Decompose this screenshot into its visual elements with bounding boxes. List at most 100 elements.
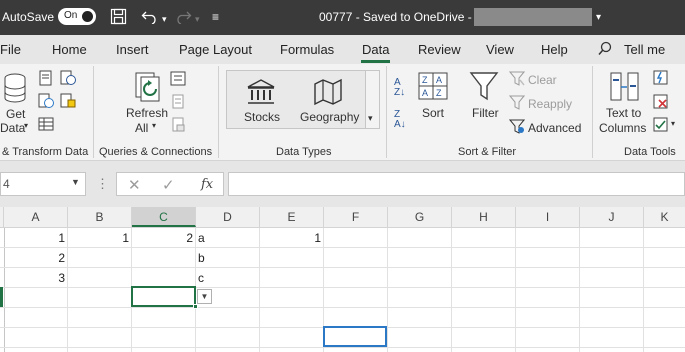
sort-za-icon[interactable]: Z A↓ — [394, 110, 406, 130]
cancel-icon[interactable]: ✕ — [128, 176, 141, 194]
column-header-i[interactable]: I — [516, 207, 580, 227]
from-table-icon[interactable] — [38, 116, 54, 132]
gallery-expand-icon[interactable]: ▾ — [368, 113, 373, 124]
active-cell-c4[interactable] — [131, 286, 196, 307]
tab-insert[interactable]: Insert — [116, 42, 149, 57]
group-separator — [592, 66, 593, 158]
name-box[interactable]: 4 ▼ — [0, 172, 86, 196]
column-header-a[interactable]: A — [4, 207, 68, 227]
group-label-get-transform: & Transform Data — [2, 146, 89, 158]
advanced-button[interactable]: Advanced — [528, 121, 581, 135]
get-data-label-1[interactable]: Get — [6, 107, 25, 121]
svg-text:Z: Z — [422, 75, 428, 85]
get-data-dropdown-icon[interactable]: ▾ — [24, 121, 28, 130]
more-options-icon[interactable]: ⋮ — [96, 176, 109, 192]
refresh-all-label-2[interactable]: All — [135, 121, 148, 135]
formula-gap — [0, 199, 685, 207]
cell-d2[interactable]: b — [196, 248, 260, 268]
cell-e1[interactable]: 1 — [260, 228, 324, 248]
selection-highlight-f6[interactable] — [323, 326, 387, 347]
stocks-button[interactable]: Stocks — [244, 110, 280, 124]
group-separator — [218, 66, 219, 158]
refresh-dropdown-icon[interactable]: ▾ — [152, 121, 156, 130]
column-header-e[interactable]: E — [260, 207, 324, 227]
cell-a3[interactable]: 3 — [4, 268, 68, 288]
title-dropdown-icon[interactable]: ▾ — [596, 10, 601, 26]
redo-dropdown-icon[interactable]: ▾ — [195, 11, 200, 27]
recent-sources-icon[interactable] — [60, 70, 76, 86]
queries-connections-icon[interactable] — [170, 71, 186, 86]
cell-d3[interactable]: c — [196, 268, 260, 288]
cell-d1[interactable]: a — [196, 228, 260, 248]
tab-help[interactable]: Help — [541, 42, 568, 57]
properties-icon[interactable] — [170, 94, 186, 109]
save-icon[interactable] — [110, 8, 127, 25]
data-validation-icon[interactable] — [653, 117, 669, 132]
group-label-sort-filter: Sort & Filter — [458, 146, 517, 158]
name-box-value: 4 — [3, 177, 10, 191]
title-bar: AutoSave On ▾ ▾ ≡ 00777 - Saved to OneDr… — [0, 0, 685, 35]
column-header-k[interactable]: K — [644, 207, 685, 227]
customize-quick-access-icon[interactable]: ≡ — [212, 9, 219, 25]
active-row-marker — [0, 287, 3, 307]
column-header-j[interactable]: J — [580, 207, 644, 227]
clear-button[interactable]: Clear — [528, 73, 557, 87]
cell-a1[interactable]: 1 — [4, 228, 68, 248]
svg-text:Z: Z — [436, 88, 442, 98]
sort-az-icon[interactable]: A Z↓ — [394, 78, 405, 98]
reapply-button[interactable]: Reapply — [528, 97, 572, 111]
cell-a2[interactable]: 2 — [4, 248, 68, 268]
name-box-dropdown-icon[interactable]: ▼ — [71, 177, 80, 187]
edit-links-icon[interactable] — [170, 117, 186, 132]
text-to-columns-label-1[interactable]: Text to — [606, 106, 641, 120]
column-header-g[interactable]: G — [388, 207, 452, 227]
column-header-h[interactable]: H — [452, 207, 516, 227]
refresh-all-label-1[interactable]: Refresh — [126, 106, 168, 120]
fill-handle[interactable] — [193, 304, 198, 309]
autosave-toggle[interactable]: On — [58, 8, 96, 25]
text-to-columns-label-2[interactable]: Columns — [599, 121, 646, 135]
formula-controls: ✕ ✓ fx — [116, 172, 224, 196]
tab-data[interactable]: Data — [362, 42, 389, 57]
tell-me-input[interactable]: Tell me — [624, 42, 665, 57]
cell-dropdown-arrow-icon[interactable]: ▼ — [197, 289, 212, 304]
group-separator — [386, 66, 387, 158]
tab-home[interactable]: Home — [52, 42, 87, 57]
from-web-icon[interactable] — [38, 93, 54, 109]
column-headers: A B C D E F G H I J K — [0, 207, 685, 228]
formula-input[interactable] — [228, 172, 685, 196]
tab-review[interactable]: Review — [418, 42, 461, 57]
tab-view[interactable]: View — [486, 42, 514, 57]
geography-button[interactable]: Geography — [300, 110, 359, 124]
cell-b1[interactable]: 1 — [68, 228, 132, 248]
undo-dropdown-icon[interactable]: ▾ — [162, 11, 167, 27]
ribbon-gap — [0, 161, 685, 171]
tab-page-layout[interactable]: Page Layout — [179, 42, 252, 57]
sort-button[interactable]: Sort — [422, 106, 444, 120]
group-separator — [93, 66, 94, 158]
insert-function-icon[interactable]: fx — [201, 177, 213, 192]
column-header-d[interactable]: D — [196, 207, 260, 227]
existing-connections-icon[interactable] — [60, 93, 76, 109]
column-header-f[interactable]: F — [324, 207, 388, 227]
tab-file[interactable]: File — [0, 42, 21, 57]
excel-window: AutoSave On ▾ ▾ ≡ 00777 - Saved to OneDr… — [0, 0, 685, 352]
remove-duplicates-icon[interactable] — [653, 94, 669, 109]
document-title: 00777 - Saved to OneDrive - — [319, 10, 472, 24]
autosave-label: AutoSave — [2, 10, 55, 24]
get-data-label-2[interactable]: Data — [0, 121, 25, 135]
undo-icon[interactable] — [141, 9, 159, 24]
column-header-c[interactable]: C — [132, 207, 196, 227]
cell-c1[interactable]: 2 — [132, 228, 196, 248]
svg-text:A: A — [422, 88, 428, 98]
redo-icon[interactable] — [174, 9, 192, 24]
from-text-icon[interactable] — [38, 70, 54, 86]
filter-button[interactable]: Filter — [472, 106, 499, 120]
column-header-b[interactable]: B — [68, 207, 132, 227]
flash-fill-icon[interactable] — [653, 70, 669, 85]
geography-map-icon — [314, 78, 342, 106]
tab-formulas[interactable]: Formulas — [280, 42, 334, 57]
active-tab-indicator — [361, 60, 390, 63]
data-validation-dropdown-icon[interactable]: ▾ — [671, 119, 675, 128]
enter-check-icon[interactable]: ✓ — [162, 176, 175, 194]
